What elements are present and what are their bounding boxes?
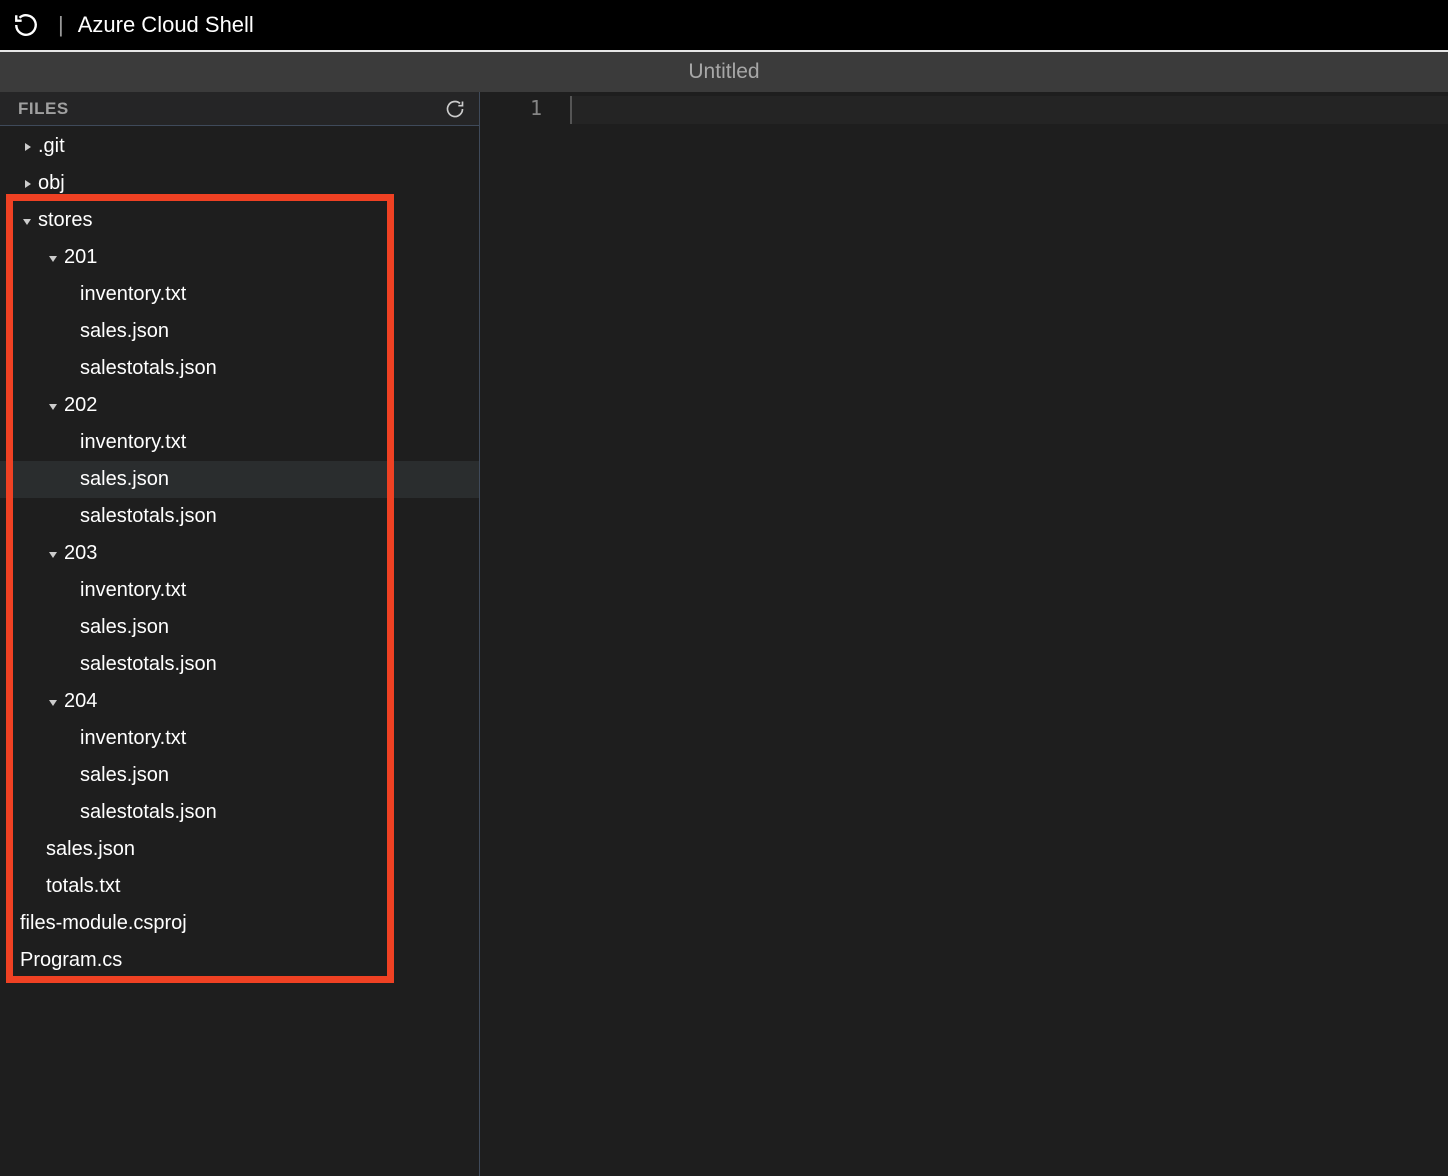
file-row[interactable]: salestotals.json: [0, 350, 479, 387]
file-row[interactable]: sales.json: [0, 461, 479, 498]
folder-row[interactable]: 202: [0, 387, 479, 424]
folder-row[interactable]: obj: [0, 165, 479, 202]
top-bar: | Azure Cloud Shell: [0, 0, 1448, 50]
file-row[interactable]: sales.json: [0, 757, 479, 794]
tree-item-label: sales.json: [80, 764, 169, 787]
tree-item-label: sales.json: [80, 468, 169, 491]
tree-item-label: files-module.csproj: [20, 912, 187, 935]
file-explorer-header: FILES: [0, 92, 479, 126]
tree-item-label: 204: [64, 690, 97, 713]
app-title: Azure Cloud Shell: [78, 12, 254, 38]
tree-item-label: obj: [38, 172, 65, 195]
file-row[interactable]: salestotals.json: [0, 646, 479, 683]
tree-item-label: sales.json: [80, 616, 169, 639]
file-explorer: FILES .git obj stores 201 inventory.txt sales…: [0, 92, 480, 1176]
chevron-down-icon[interactable]: [20, 216, 34, 226]
chevron-down-icon[interactable]: [46, 697, 60, 707]
current-line[interactable]: [570, 96, 1448, 124]
tree-item-label: salestotals.json: [80, 653, 217, 676]
tree-item-label: salestotals.json: [80, 505, 217, 528]
tree-item-label: salestotals.json: [80, 357, 217, 380]
tab-title[interactable]: Untitled: [688, 60, 759, 84]
topbar-divider: |: [58, 12, 64, 38]
files-label: FILES: [18, 99, 69, 119]
folder-row[interactable]: 201: [0, 239, 479, 276]
tree-item-label: sales.json: [46, 838, 135, 861]
tree-item-label: salestotals.json: [80, 801, 217, 824]
tree-item-label: stores: [38, 209, 92, 232]
file-row[interactable]: sales.json: [0, 609, 479, 646]
chevron-right-icon[interactable]: [20, 142, 34, 152]
tree-item-label: inventory.txt: [80, 283, 186, 306]
chevron-right-icon[interactable]: [20, 179, 34, 189]
editor-body[interactable]: [570, 92, 1448, 1176]
folder-row[interactable]: stores: [0, 202, 479, 239]
tree-item-label: 203: [64, 542, 97, 565]
file-row[interactable]: inventory.txt: [0, 276, 479, 313]
file-row[interactable]: inventory.txt: [0, 572, 479, 609]
reload-icon[interactable]: [12, 11, 40, 39]
line-number: 1: [480, 96, 542, 120]
file-row[interactable]: totals.txt: [0, 868, 479, 905]
tree-item-label: inventory.txt: [80, 727, 186, 750]
tree-item-label: .git: [38, 135, 65, 158]
chevron-down-icon[interactable]: [46, 253, 60, 263]
tree-item-label: 201: [64, 246, 97, 269]
main-area: FILES .git obj stores 201 inventory.txt sales…: [0, 92, 1448, 1176]
file-row[interactable]: inventory.txt: [0, 424, 479, 461]
folder-row[interactable]: 204: [0, 683, 479, 720]
file-row[interactable]: sales.json: [0, 313, 479, 350]
file-row[interactable]: Program.cs: [0, 942, 479, 979]
folder-row[interactable]: .git: [0, 128, 479, 165]
tree-item-label: Program.cs: [20, 949, 122, 972]
file-tree[interactable]: .git obj stores 201 inventory.txt sales.json s…: [0, 126, 479, 1176]
chevron-down-icon[interactable]: [46, 401, 60, 411]
file-row[interactable]: inventory.txt: [0, 720, 479, 757]
chevron-down-icon[interactable]: [46, 549, 60, 559]
refresh-icon[interactable]: [445, 99, 465, 119]
line-gutter: 1: [480, 92, 570, 1176]
tree-item-label: totals.txt: [46, 875, 120, 898]
file-row[interactable]: salestotals.json: [0, 794, 479, 831]
code-editor[interactable]: 1: [480, 92, 1448, 1176]
tree-item-label: inventory.txt: [80, 431, 186, 454]
folder-row[interactable]: 203: [0, 535, 479, 572]
file-row[interactable]: salestotals.json: [0, 498, 479, 535]
tree-item-label: inventory.txt: [80, 579, 186, 602]
file-row[interactable]: files-module.csproj: [0, 905, 479, 942]
tree-item-label: 202: [64, 394, 97, 417]
editor-tabbar: Untitled: [0, 52, 1448, 92]
file-row[interactable]: sales.json: [0, 831, 479, 868]
tree-item-label: sales.json: [80, 320, 169, 343]
